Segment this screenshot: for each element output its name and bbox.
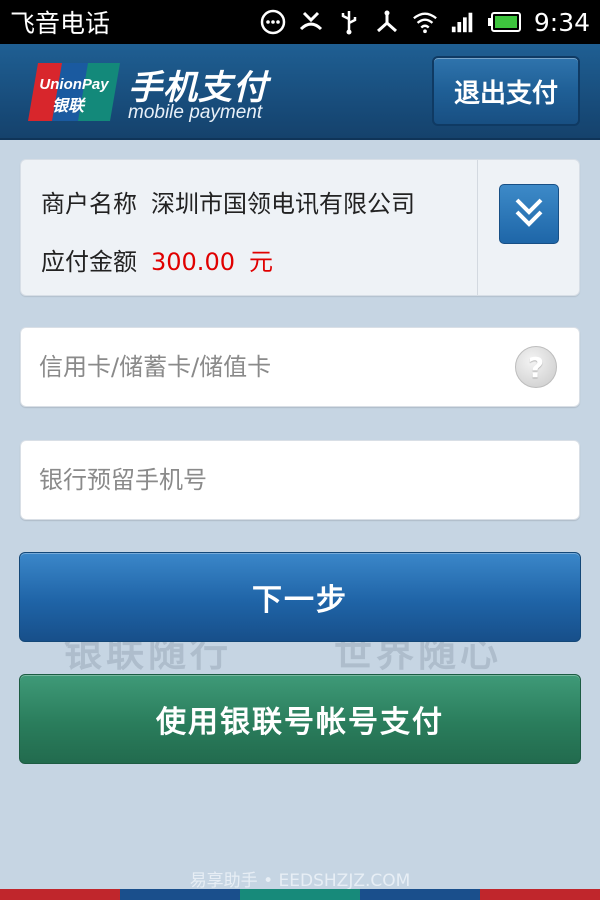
battery-icon: [487, 9, 522, 35]
merchant-name-label: 商户名称: [41, 190, 137, 218]
phone-number-field[interactable]: [20, 440, 580, 520]
status-bar: 飞音电话 9:34: [0, 0, 600, 44]
merchant-name-value: 深圳市国领电讯有限公司: [151, 190, 415, 218]
logo-badge-top: UnionPay: [39, 76, 109, 93]
app-header: UnionPay 银联 手机支付 mobile payment 退出支付: [0, 44, 600, 140]
merchant-info-card: 商户名称 深圳市国领电讯有限公司 应付金额 300.00 元: [20, 159, 580, 296]
amount-row: 应付金额 300.00 元: [41, 242, 273, 277]
status-icons: 9:34: [260, 8, 590, 37]
card-divider: [477, 160, 478, 295]
carrier-name: 飞音电话: [10, 9, 111, 38]
usb-debug-icon: [374, 9, 400, 35]
unionpay-account-pay-button[interactable]: 使用银联号帐号支付: [19, 674, 581, 764]
exit-payment-button[interactable]: 退出支付: [432, 56, 580, 126]
logo-badge-bottom: 银联: [52, 96, 86, 115]
card-number-input[interactable]: [39, 328, 519, 406]
app-subtitle: mobile payment: [128, 102, 263, 123]
unionpay-logo: UnionPay 银联: [26, 61, 122, 123]
amount-label: 应付金额: [41, 248, 137, 276]
bottom-color-strip: [0, 889, 600, 900]
expand-details-button[interactable]: [499, 184, 559, 244]
wifi-icon: [412, 9, 438, 35]
site-watermark: 易享助手 • EEDSHZJZ.COM: [189, 871, 411, 891]
amount-unit: 元: [248, 248, 273, 276]
clock-time: 9:34: [533, 7, 590, 37]
card-number-field[interactable]: ?: [20, 327, 580, 407]
signal-icon: [450, 9, 476, 35]
message-bubble-icon: [260, 9, 286, 35]
next-step-button[interactable]: 下一步: [19, 552, 581, 642]
phone-number-input[interactable]: [39, 441, 519, 519]
help-icon[interactable]: ?: [515, 346, 557, 388]
merchant-name-row: 商户名称 深圳市国领电讯有限公司: [41, 184, 415, 219]
amount-value: 300.00: [151, 248, 235, 276]
usb-icon: [336, 9, 362, 35]
double-chevron-down-icon: [509, 192, 549, 236]
missed-call-icon: [298, 9, 324, 35]
